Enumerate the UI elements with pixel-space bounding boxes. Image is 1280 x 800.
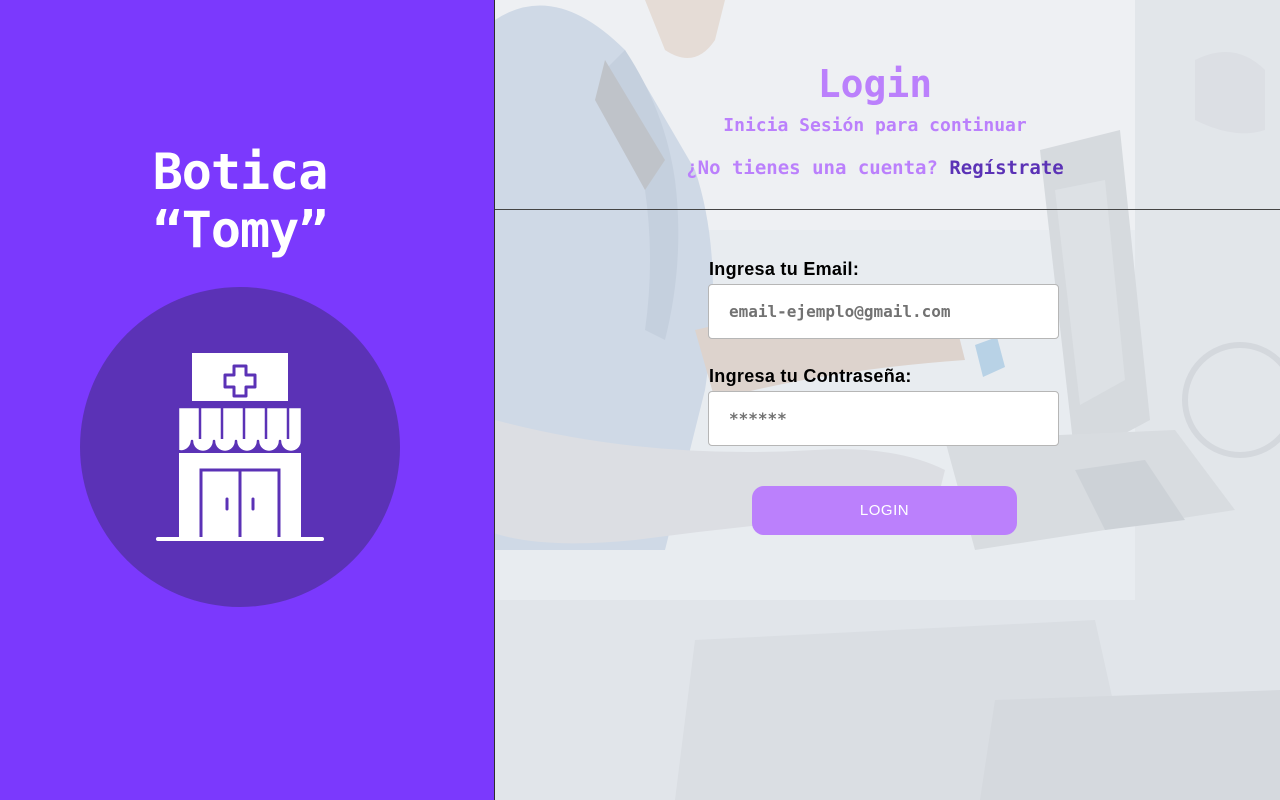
brand-title-line1: Botica: [152, 143, 329, 201]
register-prompt: ¿No tienes una cuenta?: [686, 157, 938, 179]
brand-panel: Botica “Tomy”: [0, 0, 494, 800]
email-field[interactable]: [708, 284, 1059, 339]
brand-title: Botica “Tomy”: [0, 143, 480, 259]
password-field[interactable]: [708, 391, 1059, 446]
password-label: Ingresa tu Contraseña:: [709, 366, 912, 386]
register-link[interactable]: Regístrate: [949, 157, 1063, 179]
brand-logo: [80, 287, 400, 607]
email-label: Ingresa tu Email:: [709, 259, 860, 279]
header-divider: [495, 209, 1280, 210]
login-subtitle: Inicia Sesión para continuar: [723, 115, 1027, 136]
register-prompt-row: ¿No tienes una cuenta? Regístrate: [495, 157, 1255, 179]
login-button[interactable]: LOGIN: [752, 486, 1017, 535]
login-heading: Login: [817, 62, 933, 106]
pharmacy-store-icon: [156, 353, 324, 542]
login-area: Login Inicia Sesión para continuar ¿No t…: [495, 0, 1280, 800]
brand-title-line2: “Tomy”: [152, 201, 329, 259]
